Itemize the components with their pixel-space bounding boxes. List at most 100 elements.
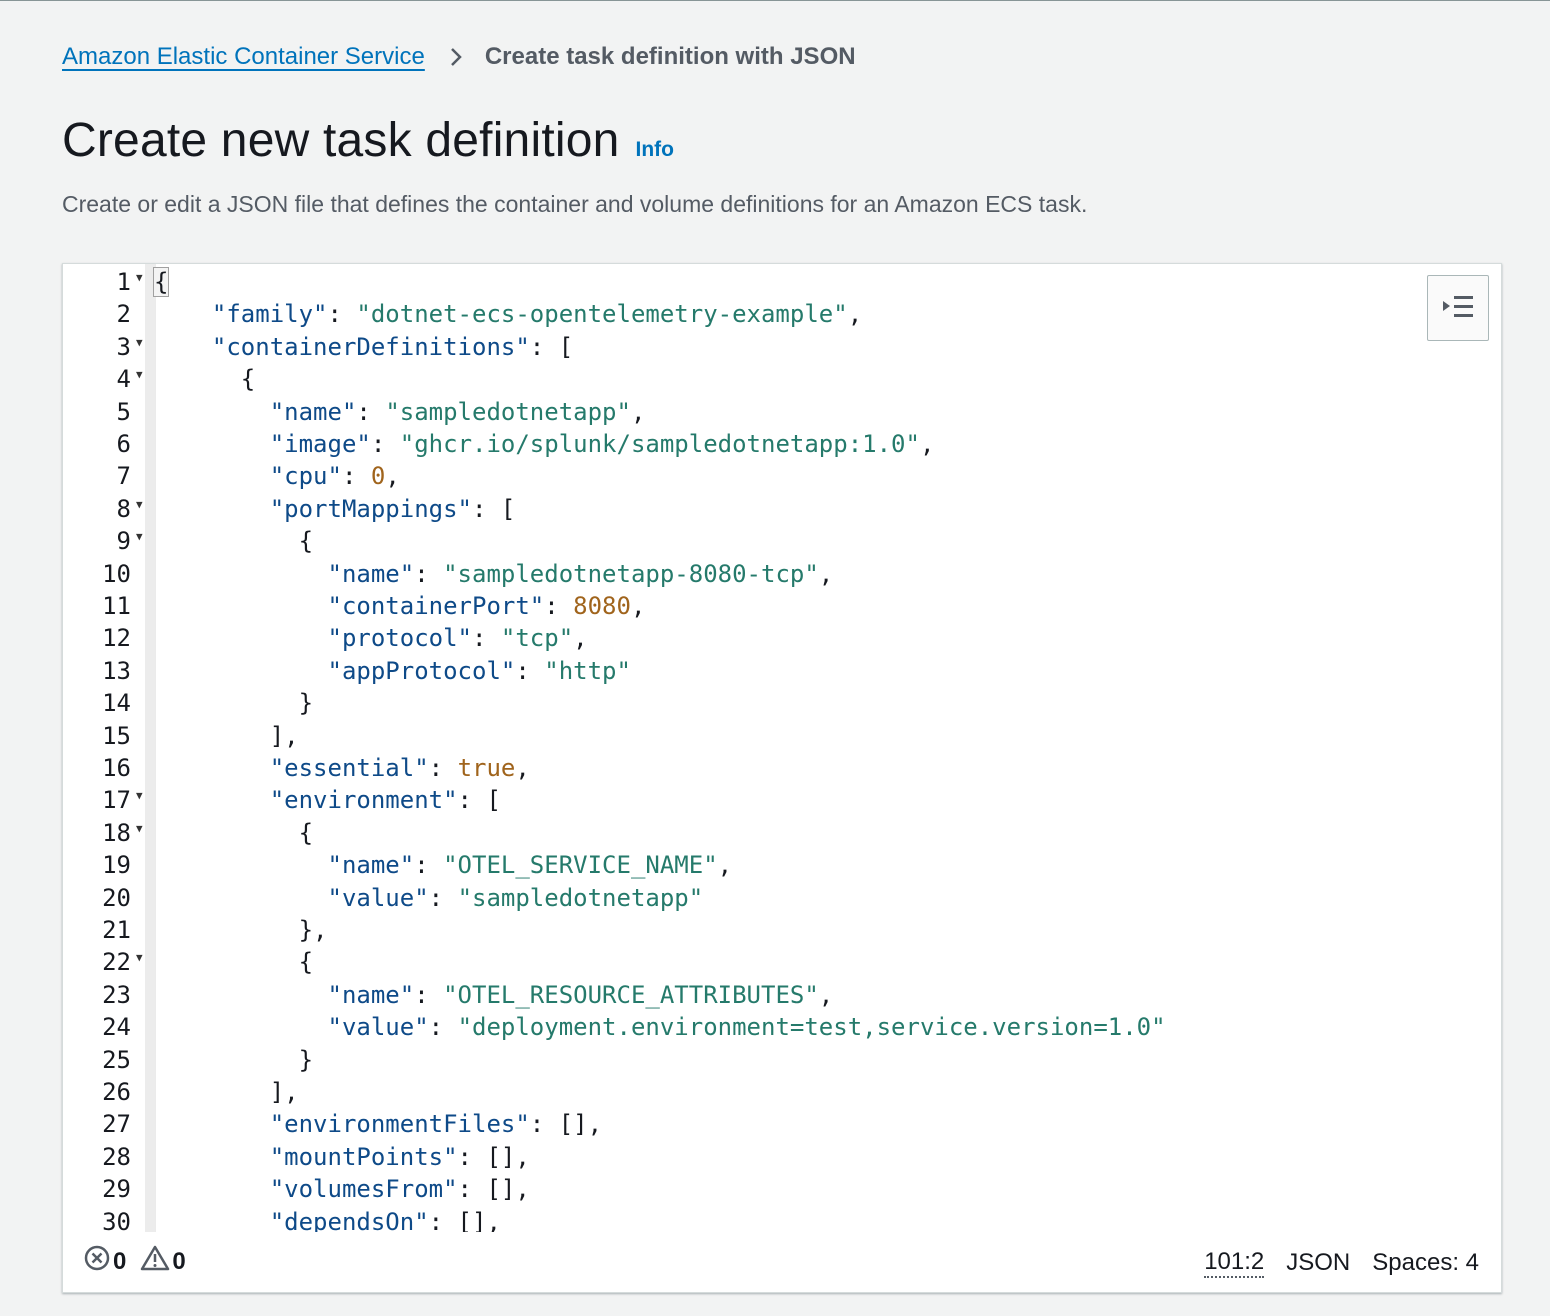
json-punctuation	[183, 592, 328, 620]
json-key: "name"	[327, 980, 415, 1009]
code-line[interactable]: 20 "value": "sampledotnetapp"	[63, 882, 1501, 914]
json-punctuation	[183, 884, 328, 912]
code-area[interactable]: 1 ▼{2 "family": "dotnet-ecs-opentelemetry…	[63, 264, 1501, 1236]
code-line[interactable]: 29 "volumesFrom": [],	[63, 1173, 1501, 1205]
line-number: 2	[116, 300, 131, 329]
code-text: {	[183, 525, 313, 557]
info-link[interactable]: Info	[636, 138, 674, 162]
code-line[interactable]: 10 "name": "sampledotnetapp-8080-tcp",	[63, 558, 1501, 590]
json-punctuation	[183, 754, 270, 782]
fold-arrow-icon[interactable]: ▼	[136, 813, 143, 845]
indent-setting: Spaces: 4	[1372, 1249, 1479, 1276]
error-count[interactable]: 0	[83, 1244, 126, 1279]
code-text: "volumesFrom": [],	[183, 1173, 530, 1205]
code-line[interactable]: 27 "environmentFiles": [],	[63, 1108, 1501, 1140]
json-string: "OTEL_RESOURCE_ATTRIBUTES"	[443, 980, 819, 1009]
code-text: }	[183, 1044, 313, 1076]
json-punctuation	[183, 851, 328, 879]
code-line[interactable]: 28 "mountPoints": [],	[63, 1141, 1501, 1173]
line-number: 26	[102, 1078, 131, 1106]
fold-arrow-icon[interactable]: ▼	[136, 359, 143, 391]
code-text: "family": "dotnet-ecs-opentelemetry-exam…	[183, 298, 862, 330]
page-title: Create new task definition	[62, 114, 620, 167]
code-line[interactable]: 12 "protocol": "tcp",	[63, 622, 1501, 654]
code-line[interactable]: 2 "family": "dotnet-ecs-opentelemetry-ex…	[63, 298, 1501, 330]
json-punctuation: : [],	[457, 1142, 530, 1171]
error-circle-icon	[83, 1244, 113, 1279]
json-punctuation: :	[544, 592, 574, 620]
json-punctuation: ,	[515, 754, 530, 782]
code-text: "name": "OTEL_RESOURCE_ATTRIBUTES",	[183, 979, 834, 1011]
json-string: "sampledotnetapp"	[385, 397, 631, 426]
json-punctuation	[183, 430, 270, 458]
line-number: 11	[102, 592, 131, 620]
line-number: 5	[116, 397, 131, 426]
code-text: "portMappings": [	[183, 493, 516, 525]
code-line[interactable]: 1 ▼ {	[63, 266, 1501, 298]
json-key: "containerDefinitions"	[211, 332, 530, 361]
line-number: 27	[102, 1110, 131, 1139]
code-line[interactable]: 16 "essential": true,	[63, 752, 1501, 784]
code-line[interactable]: 13 "appProtocol": "http"	[63, 655, 1501, 687]
fold-arrow-icon[interactable]: ▼	[136, 264, 143, 294]
cursor-position[interactable]: 101:2	[1204, 1248, 1265, 1278]
json-key: "environmentFiles"	[269, 1110, 530, 1139]
code-line[interactable]: 17 ▼ "environment": [	[63, 784, 1501, 816]
json-punctuation: {	[183, 527, 314, 556]
warning-count[interactable]: 0	[140, 1244, 186, 1279]
code-line[interactable]: 5 "name": "sampledotnetapp",	[63, 396, 1501, 428]
code-line[interactable]: 7 "cpu": 0,	[63, 460, 1501, 492]
breadcrumb: Amazon Elastic Container Service Create …	[62, 43, 856, 71]
json-key: "essential"	[269, 754, 429, 782]
line-number: 19	[102, 851, 131, 880]
json-punctuation: :	[414, 559, 444, 588]
code-line[interactable]: 23 "name": "OTEL_RESOURCE_ATTRIBUTES",	[63, 979, 1501, 1011]
code-line[interactable]: 19 "name": "OTEL_SERVICE_NAME",	[63, 849, 1501, 881]
fold-arrow-icon[interactable]: ▼	[136, 942, 143, 974]
json-editor[interactable]: 1 ▼{2 "family": "dotnet-ecs-opentelemetry…	[62, 263, 1502, 1293]
code-line[interactable]: 6 "image": "ghcr.io/splunk/sampledotneta…	[63, 428, 1501, 460]
json-punctuation: ],	[183, 1078, 299, 1106]
code-text: {	[183, 946, 313, 978]
json-punctuation	[183, 624, 328, 652]
line-number: 23	[102, 980, 131, 1009]
code-text: {	[153, 266, 170, 298]
code-line[interactable]: 15 ],	[63, 720, 1501, 752]
json-punctuation: :	[428, 1013, 458, 1042]
fold-arrow-icon[interactable]: ▼	[136, 780, 143, 812]
fold-arrow-icon[interactable]: ▼	[136, 489, 143, 521]
json-string: "http"	[544, 656, 631, 685]
json-punctuation	[183, 300, 212, 328]
fold-arrow-icon[interactable]: ▼	[136, 521, 143, 553]
json-string: "ghcr.io/splunk/sampledotnetapp:1.0"	[399, 430, 920, 458]
json-literal: 0	[370, 462, 386, 491]
code-line[interactable]: 3 ▼ "containerDefinitions": [	[63, 331, 1501, 363]
code-text: "name": "sampledotnetapp-8080-tcp",	[183, 558, 834, 590]
code-line[interactable]: 18 ▼ {	[63, 817, 1501, 849]
code-line[interactable]: 22 ▼ {	[63, 946, 1501, 978]
warning-count-value: 0	[172, 1247, 186, 1275]
code-line[interactable]: 9 ▼ {	[63, 525, 1501, 557]
page-header: Create new task definition Info	[62, 113, 674, 168]
json-punctuation: :	[515, 656, 545, 685]
indent-icon	[1441, 294, 1475, 323]
json-punctuation: ,	[919, 430, 935, 458]
code-line[interactable]: 11 "containerPort": 8080,	[63, 590, 1501, 622]
code-line[interactable]: 4 ▼ {	[63, 363, 1501, 395]
fold-arrow-icon[interactable]: ▼	[136, 327, 143, 359]
json-punctuation	[183, 981, 328, 1009]
code-line[interactable]: 24 "value": "deployment.environment=test…	[63, 1011, 1501, 1043]
json-literal: 8080	[573, 592, 631, 620]
code-line[interactable]: 14 }	[63, 687, 1501, 719]
warning-triangle-icon	[140, 1244, 172, 1279]
json-key: "value"	[327, 1013, 429, 1042]
code-line[interactable]: 8 ▼ "portMappings": [	[63, 493, 1501, 525]
code-line[interactable]: 26 ],	[63, 1076, 1501, 1108]
code-line[interactable]: 25 }	[63, 1044, 1501, 1076]
indent-toggle-button[interactable]	[1427, 275, 1489, 341]
breadcrumb-link-ecs[interactable]: Amazon Elastic Container Service	[62, 43, 425, 71]
code-line[interactable]: 21 },	[63, 914, 1501, 946]
json-punctuation: :	[356, 397, 386, 426]
json-string: "dotnet-ecs-opentelemetry-example"	[356, 300, 848, 329]
json-key: "image"	[269, 430, 371, 458]
